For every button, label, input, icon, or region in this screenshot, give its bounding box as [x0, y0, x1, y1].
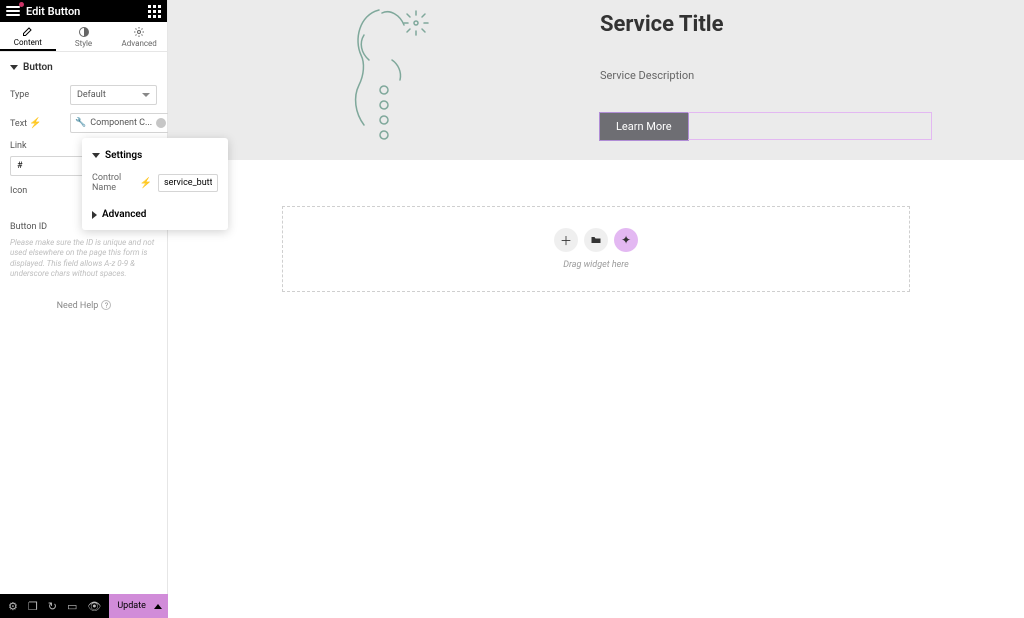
dynamic-icon[interactable]: ⚡ [140, 178, 152, 189]
selection-outline [688, 112, 932, 140]
text-value: Component C... [90, 118, 152, 128]
section-button[interactable]: Button [0, 52, 167, 81]
hero-image [168, 0, 600, 160]
help-icon: ? [101, 300, 111, 310]
type-label: Type [10, 90, 70, 100]
caret-down-icon [10, 65, 18, 70]
dynamic-icon[interactable]: ⚡ [29, 118, 41, 129]
tab-style[interactable]: Style [56, 22, 112, 51]
controlname-label: Control Name [92, 173, 134, 193]
panel-tabs: Content Style Advanced [0, 22, 167, 52]
tab-label: Advanced [122, 39, 157, 48]
tab-label: Content [14, 38, 42, 47]
spa-illustration-icon [324, 5, 444, 155]
preview-canvas: Service Title Service Description Learn … [168, 0, 1024, 618]
row-text: Text ⚡ 🔧 Component C... [0, 109, 167, 137]
text-label: Text ⚡ [10, 118, 70, 129]
apps-icon[interactable] [148, 5, 161, 18]
tab-advanced[interactable]: Advanced [111, 22, 167, 51]
chevron-up-icon [154, 604, 162, 609]
template-button[interactable] [584, 228, 608, 252]
pencil-icon [22, 25, 34, 37]
preview-icon[interactable]: 👁 [87, 600, 101, 613]
add-section-button[interactable]: ＋ [554, 228, 578, 252]
popover-advanced-head[interactable]: Advanced [82, 199, 228, 226]
controlname-input[interactable] [158, 174, 218, 192]
button-widget-selected[interactable]: Learn More [600, 112, 994, 140]
icon-label: Icon [10, 186, 70, 196]
empty-section[interactable]: ＋ ✦ Drag widget here [282, 206, 910, 292]
service-title: Service Title [600, 12, 994, 37]
need-help[interactable]: Need Help? [0, 300, 168, 311]
chevron-down-icon [142, 93, 150, 97]
service-description: Service Description [600, 69, 994, 82]
ai-button[interactable]: ✦ [614, 228, 638, 252]
hero-section: Service Title Service Description Learn … [168, 0, 1024, 160]
popover-controlname-row: Control Name ⚡ [82, 167, 228, 199]
menu-icon[interactable] [6, 6, 20, 16]
link-label: Link [10, 141, 70, 151]
folder-icon [590, 234, 602, 246]
update-button[interactable]: Update [109, 594, 170, 618]
type-value: Default [77, 90, 106, 100]
type-select[interactable]: Default [70, 85, 157, 105]
contrast-icon [78, 26, 90, 38]
settings-icon[interactable]: ⚙ [8, 600, 18, 613]
update-label: Update [117, 601, 146, 611]
drop-label: Drag widget here [563, 260, 629, 270]
buttonid-help: Please make sure the ID is unique and no… [0, 236, 167, 282]
panel-title: Edit Button [26, 5, 80, 18]
text-input[interactable]: 🔧 Component C... [70, 113, 171, 133]
popover-settings-label: Settings [105, 150, 142, 161]
panel-bottombar: ⚙ ❐ ↻ ▭ 👁 Update [0, 594, 168, 618]
section-title: Button [23, 62, 53, 73]
tab-label: Style [75, 39, 92, 48]
caret-right-icon [92, 211, 97, 219]
row-type: Type Default [0, 81, 167, 109]
buttonid-label: Button ID [10, 222, 70, 232]
history-icon[interactable]: ↻ [48, 600, 57, 613]
layers-icon[interactable]: ❐ [28, 600, 38, 613]
editor-panel: Edit Button Content Style Advanced Butto… [0, 0, 168, 618]
responsive-icon[interactable]: ▭ [67, 600, 77, 613]
gear-icon [133, 26, 145, 38]
panel-header: Edit Button [0, 0, 167, 22]
wrench-icon: 🔧 [75, 118, 86, 128]
caret-down-icon [92, 153, 100, 158]
hero-content: Service Title Service Description Learn … [600, 0, 1024, 160]
popover-advanced-label: Advanced [102, 209, 146, 220]
popover-settings-head[interactable]: Settings [82, 146, 228, 167]
tab-content[interactable]: Content [0, 22, 56, 51]
learn-more-button[interactable]: Learn More [600, 113, 688, 140]
dynamic-popover: Settings Control Name ⚡ Advanced [82, 138, 228, 230]
globe-icon[interactable] [156, 118, 166, 128]
